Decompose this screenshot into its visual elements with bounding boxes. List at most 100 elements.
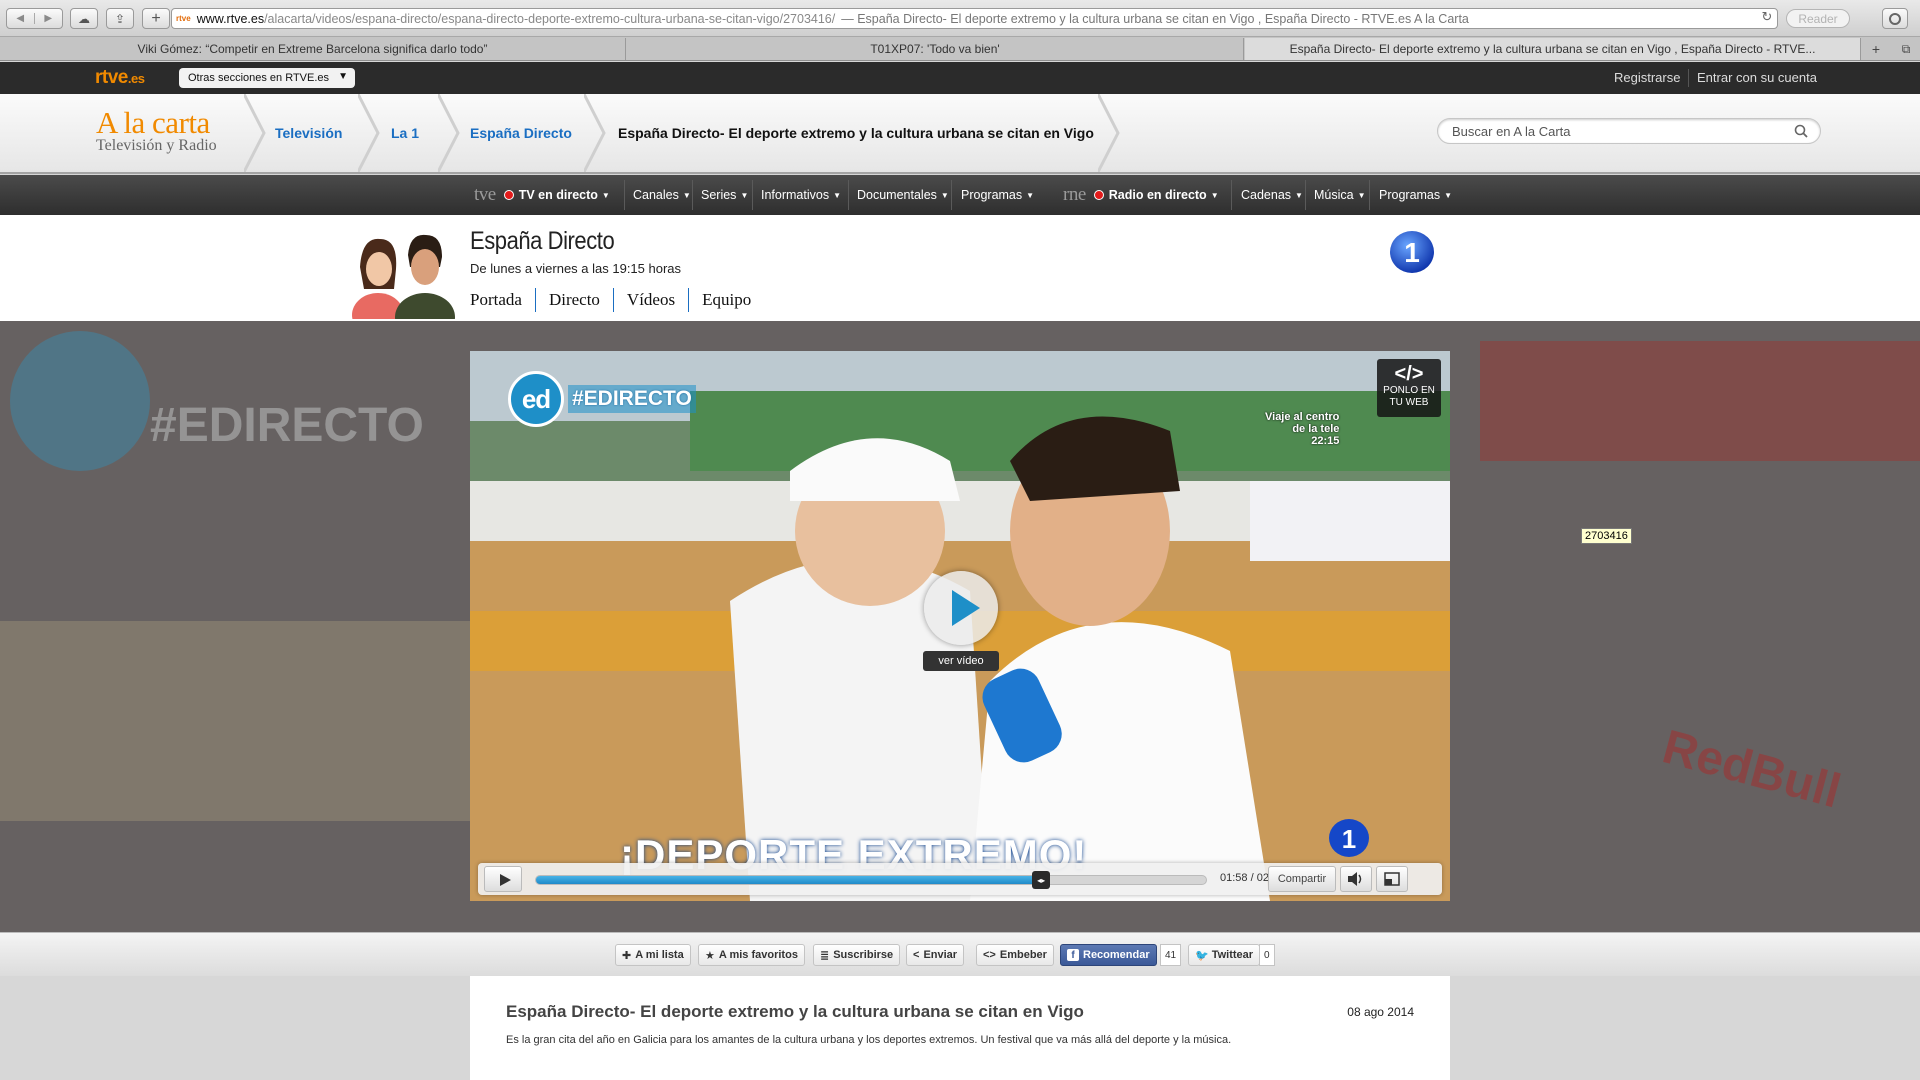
register-link[interactable]: Registrarse bbox=[1614, 70, 1680, 85]
breadcrumb-television[interactable]: Televisión bbox=[275, 94, 342, 172]
share-button[interactable]: ⇪ bbox=[106, 8, 134, 29]
breadcrumb-la1[interactable]: La 1 bbox=[391, 94, 419, 172]
ed-logo-circle: ed bbox=[508, 371, 564, 427]
radio-live-link[interactable]: rne Radio en directo ▼ bbox=[1063, 175, 1219, 215]
login-link[interactable]: Entrar con su cuenta bbox=[1697, 70, 1817, 85]
url-path: /alacarta/videos/espana-directo/espana-d… bbox=[264, 11, 836, 26]
embed-badge-button[interactable]: </> PONLO EN TU WEB bbox=[1377, 359, 1441, 417]
caret-down-icon: ▼ bbox=[940, 190, 949, 200]
send-button[interactable]: < Enviar bbox=[906, 944, 965, 966]
share-button[interactable]: Compartir bbox=[1268, 866, 1336, 892]
backdrop-hashtag: #EDIRECTO bbox=[150, 399, 424, 452]
nav-label: Programas bbox=[1379, 188, 1441, 202]
program-nav-portada[interactable]: Portada bbox=[470, 288, 535, 312]
share-icon: ⇪ bbox=[114, 11, 126, 26]
video-player[interactable]: ed #EDIRECTO Viaje al centro de la tele … bbox=[470, 351, 1450, 901]
icloud-tabs-button[interactable]: ☁ bbox=[70, 8, 98, 29]
back-forward-buttons[interactable]: ◀ ▶ bbox=[6, 8, 63, 29]
search-placeholder: Buscar en A la Carta bbox=[1452, 123, 1571, 139]
promo-time: 22:15 bbox=[1311, 435, 1340, 447]
video-description: España Directo- El deporte extremo y la … bbox=[470, 976, 1450, 1080]
add-to-favorites-button[interactable]: ★ A mis favoritos bbox=[698, 944, 805, 966]
favicon: rtve bbox=[176, 14, 191, 23]
program-title: España Directo bbox=[470, 227, 615, 255]
browser-tab[interactable]: T01XP07: 'Todo va bien' bbox=[627, 38, 1244, 60]
caret-down-icon: ▼ bbox=[833, 190, 842, 200]
search-icon[interactable] bbox=[1794, 124, 1808, 138]
nav-documentales[interactable]: Documentales ▼ bbox=[857, 175, 949, 215]
program-nav-videos[interactable]: Vídeos bbox=[612, 288, 688, 312]
play-button[interactable] bbox=[484, 866, 522, 892]
nav-programas-tv[interactable]: Programas ▼ bbox=[961, 175, 1034, 215]
breadcrumb-separator bbox=[582, 93, 606, 173]
nav-label: Informativos bbox=[761, 188, 830, 202]
nav-label: Canales bbox=[633, 188, 679, 202]
nav-divider bbox=[848, 180, 849, 210]
add-to-list-label: A mi lista bbox=[635, 949, 684, 961]
browser-tab[interactable]: Viki Gómez: “Competir en Extreme Barcelo… bbox=[0, 38, 626, 60]
current-time: 01:58 bbox=[1220, 872, 1248, 884]
la1-watermark-icon: 1 bbox=[1329, 819, 1369, 857]
star-icon: ★ bbox=[705, 949, 715, 962]
back-icon[interactable]: ◀ bbox=[7, 13, 35, 24]
downloads-button[interactable] bbox=[1882, 8, 1908, 29]
add-to-list-button[interactable]: ✚ A mi lista bbox=[615, 944, 691, 966]
breadcrumb-separator bbox=[436, 93, 460, 173]
video-id-tooltip: 2703416 bbox=[1581, 528, 1632, 544]
other-sections-dropdown[interactable]: Otras secciones en RTVE.es ▼ bbox=[179, 68, 355, 88]
seek-progress bbox=[536, 876, 1042, 884]
rtve-logo-text: rtve bbox=[95, 67, 128, 88]
program-header: España Directo De lunes a viernes a las … bbox=[0, 215, 1920, 321]
promo-overlay: Viaje al centro de la tele 22:15 bbox=[1265, 411, 1339, 447]
volume-button[interactable] bbox=[1340, 866, 1372, 892]
caret-down-icon: ▼ bbox=[1444, 190, 1453, 200]
fullscreen-button[interactable] bbox=[1376, 866, 1408, 892]
ver-video-label[interactable]: ver vídeo bbox=[923, 651, 999, 671]
alacarta-logo-title: A la carta bbox=[96, 105, 210, 140]
nav-divider bbox=[1231, 180, 1232, 210]
nav-divider bbox=[951, 180, 952, 210]
nav-canales[interactable]: Canales ▼ bbox=[633, 175, 691, 215]
facebook-icon: f bbox=[1067, 949, 1079, 961]
downloads-icon bbox=[1889, 12, 1901, 25]
new-tab-button[interactable]: + bbox=[1862, 38, 1890, 60]
nav-label: Programas bbox=[961, 188, 1023, 202]
embed-button[interactable]: <> Embeber bbox=[976, 944, 1054, 966]
nav-series[interactable]: Series ▼ bbox=[701, 175, 748, 215]
caret-down-icon: ▼ bbox=[1026, 190, 1035, 200]
show-all-tabs-icon[interactable]: ⧉ bbox=[1892, 38, 1920, 60]
other-sections-label: Otras secciones en RTVE.es bbox=[188, 72, 330, 84]
program-nav-directo[interactable]: Directo bbox=[534, 288, 613, 312]
subscribe-label: Suscribirse bbox=[833, 949, 894, 961]
rtve-logo[interactable]: rtve.es bbox=[95, 67, 145, 89]
nav-label: Cadenas bbox=[1241, 188, 1292, 202]
fullscreen-icon bbox=[1384, 872, 1400, 886]
la1-channel-logo[interactable]: 1 bbox=[1388, 229, 1436, 275]
program-nav-equipo[interactable]: Equipo bbox=[688, 288, 764, 312]
subscribe-button[interactable]: ≣ Suscribirse bbox=[813, 944, 901, 966]
search-input[interactable]: Buscar en A la Carta bbox=[1437, 118, 1821, 144]
browser-tab-active[interactable]: España Directo- El deporte extremo y la … bbox=[1245, 38, 1861, 60]
address-bar[interactable]: rtve www.rtve.es /alacarta/videos/espana… bbox=[171, 8, 1778, 29]
reader-button[interactable]: Reader bbox=[1786, 9, 1850, 28]
reload-icon[interactable]: ↻ bbox=[1757, 9, 1777, 25]
embed-label: Embeber bbox=[999, 949, 1047, 961]
nav-informativos[interactable]: Informativos ▼ bbox=[761, 175, 841, 215]
tv-live-link[interactable]: tve TV en directo ▼ bbox=[474, 175, 610, 215]
recommend-label: Recomendar bbox=[1083, 949, 1150, 961]
breadcrumb-espana-directo[interactable]: España Directo bbox=[470, 94, 572, 172]
tweet-button[interactable]: 🐦 Twittear bbox=[1188, 944, 1261, 966]
forward-icon[interactable]: ▶ bbox=[35, 13, 63, 24]
alacarta-logo[interactable]: A la carta Televisión y Radio bbox=[96, 105, 217, 154]
seek-bar[interactable]: ◂▸ bbox=[535, 871, 1207, 889]
seek-handle[interactable]: ◂▸ bbox=[1032, 871, 1051, 889]
breadcrumb-separator bbox=[356, 93, 380, 173]
nav-cadenas[interactable]: Cadenas ▼ bbox=[1241, 175, 1303, 215]
promo-line-1: Viaje al centro bbox=[1265, 411, 1340, 423]
add-bookmark-button[interactable]: + bbox=[142, 8, 170, 29]
facebook-recommend-button[interactable]: f Recomendar bbox=[1060, 944, 1157, 966]
nav-divider bbox=[752, 180, 753, 210]
big-play-button[interactable] bbox=[924, 571, 998, 645]
nav-musica[interactable]: Música ▼ bbox=[1314, 175, 1366, 215]
nav-programas-radio[interactable]: Programas ▼ bbox=[1379, 175, 1452, 215]
